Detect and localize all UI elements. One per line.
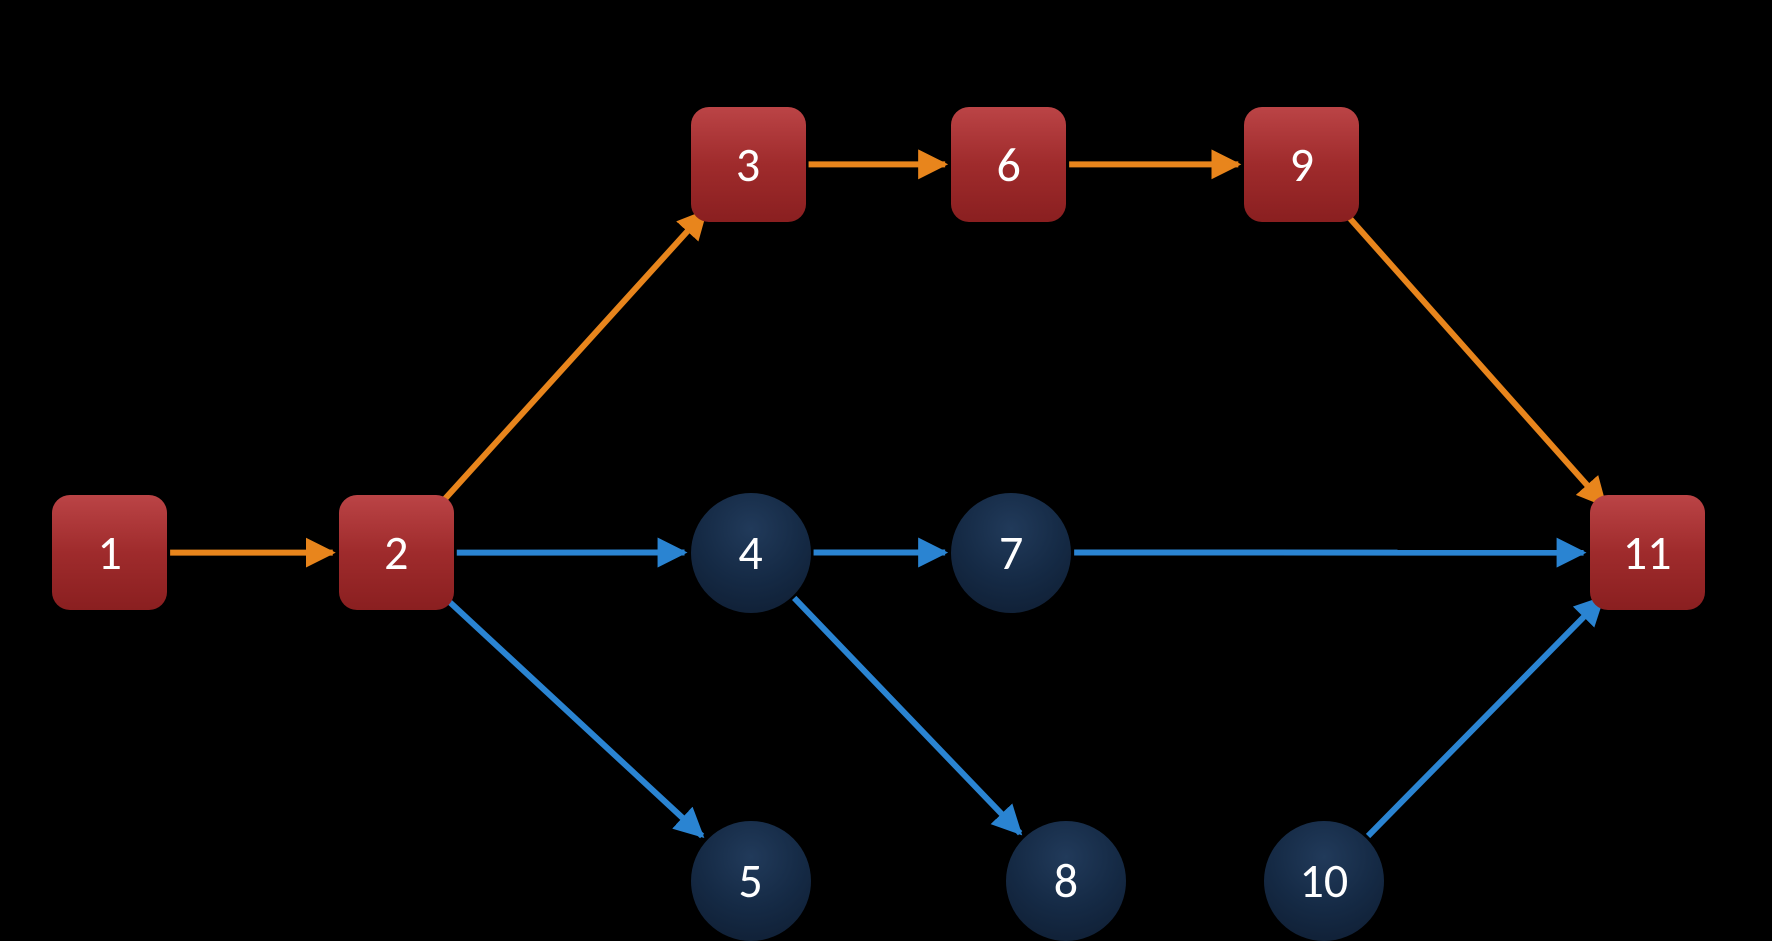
node-label: 6 bbox=[996, 135, 1020, 194]
edge-9-11 bbox=[1342, 210, 1605, 506]
edge-4-8 bbox=[794, 598, 1020, 833]
node-label: 11 bbox=[1623, 523, 1672, 582]
node-2: 2 bbox=[339, 495, 454, 610]
node-label: 4 bbox=[738, 523, 762, 582]
node-9: 9 bbox=[1244, 107, 1359, 222]
node-6: 6 bbox=[951, 107, 1066, 222]
edge-2-3 bbox=[437, 211, 706, 507]
edge-10-11 bbox=[1368, 598, 1602, 836]
node-label: 7 bbox=[999, 523, 1023, 582]
node-label: 10 bbox=[1300, 851, 1349, 910]
edge-2-5 bbox=[441, 594, 702, 836]
node-4: 4 bbox=[691, 493, 811, 613]
node-label: 8 bbox=[1054, 851, 1078, 910]
node-3: 3 bbox=[691, 107, 806, 222]
node-1: 1 bbox=[52, 495, 167, 610]
node-7: 7 bbox=[951, 493, 1071, 613]
node-label: 1 bbox=[97, 523, 121, 582]
node-11: 11 bbox=[1590, 495, 1705, 610]
node-8: 8 bbox=[1006, 821, 1126, 941]
node-5: 5 bbox=[691, 821, 811, 941]
node-label: 2 bbox=[384, 523, 408, 582]
diagram-canvas: 1234567891011 bbox=[0, 0, 1772, 842]
edges-layer bbox=[0, 0, 1772, 842]
node-10: 10 bbox=[1264, 821, 1384, 941]
node-label: 5 bbox=[738, 851, 762, 910]
node-label: 3 bbox=[736, 135, 760, 194]
node-label: 9 bbox=[1290, 135, 1314, 194]
